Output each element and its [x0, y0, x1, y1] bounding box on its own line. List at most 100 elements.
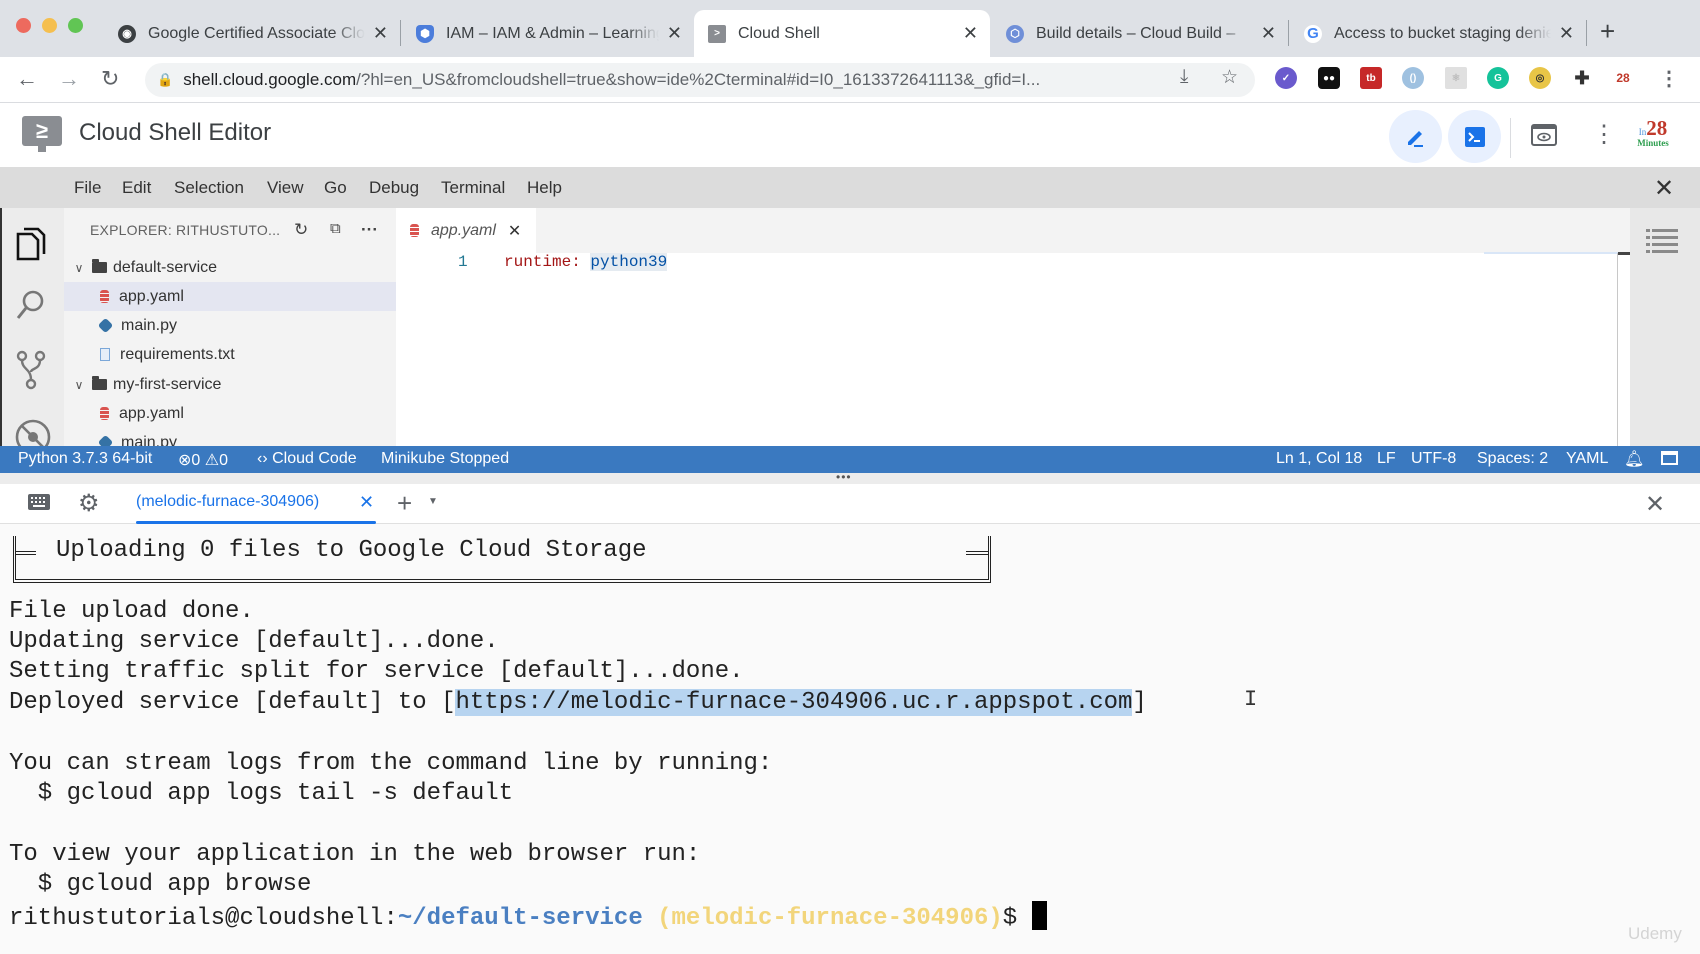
deployed-url-link[interactable]: https://melodic-furnace-304906.uc.r.apps… — [455, 689, 1133, 716]
extension-react-icon[interactable]: ⚛ — [1445, 67, 1467, 89]
close-tab-icon[interactable]: ✕ — [963, 23, 978, 44]
tree-file-requirements-txt[interactable]: requirements.txt — [64, 340, 396, 369]
problems-status[interactable]: ⊗0 ⚠0 — [178, 450, 228, 470]
shield-icon: ⬢ — [416, 24, 434, 43]
browser-tab[interactable]: ⬢ IAM – IAM & Admin – Learning ✕ — [402, 10, 694, 57]
tree-file-main-py[interactable]: main.py — [64, 428, 396, 446]
extension-verified-icon[interactable]: ✓ — [1275, 67, 1297, 89]
menu-selection[interactable]: Selection — [174, 178, 244, 198]
maximize-panel-icon[interactable] — [1661, 451, 1678, 465]
more-options-icon[interactable]: ⋮ — [1592, 120, 1616, 149]
collapse-all-icon[interactable]: ⧉ — [330, 220, 341, 237]
new-tab-button[interactable]: + — [1600, 16, 1615, 47]
editor-tab-bar: app.yaml ✕ — [396, 208, 1630, 253]
browser-tab[interactable]: ◉ Google Certified Associate Cloud Engin… — [104, 10, 400, 57]
terminal-tab[interactable]: (melodic-furnace-304906) — [136, 493, 319, 511]
back-button[interactable]: ← — [16, 66, 38, 92]
close-editor-icon[interactable]: ✕ — [1654, 174, 1674, 203]
close-editor-tab-icon[interactable]: ✕ — [508, 221, 521, 241]
browser-tab-active[interactable]: > Cloud Shell ✕ — [694, 10, 990, 57]
reload-button[interactable]: ↻ — [101, 66, 119, 92]
cloud-code-status[interactable]: ‹› Cloud Code — [257, 450, 357, 468]
terminal-line: File upload done. — [9, 598, 254, 625]
notifications-bell-icon[interactable]: 🔔︎ — [1624, 449, 1644, 469]
close-tab-icon[interactable]: ✕ — [667, 23, 682, 44]
cloud-shell-icon: > — [708, 24, 726, 43]
open-editor-button[interactable] — [1389, 110, 1442, 163]
chevron-down-icon: ∨ — [74, 377, 84, 392]
address-bar[interactable]: 🔒 shell.cloud.google.com/?hl=en_US&fromc… — [145, 63, 1255, 97]
editor-scrollbar[interactable] — [1617, 253, 1618, 446]
terminal-cursor — [1031, 901, 1047, 930]
encoding-status[interactable]: UTF-8 — [1411, 450, 1456, 468]
browser-menu-icon[interactable]: ⋮ — [1658, 67, 1680, 90]
browser-tab[interactable]: ⬡ Build details – Cloud Build – ✕ — [992, 10, 1288, 57]
bookmark-star-icon[interactable]: ☆ — [1221, 66, 1238, 89]
explorer-files-icon[interactable] — [14, 226, 48, 267]
keyboard-icon[interactable] — [27, 493, 51, 517]
extension-coin-icon[interactable]: ◎ — [1529, 67, 1551, 89]
cursor-position-status[interactable]: Ln 1, Col 18 — [1276, 450, 1362, 468]
tree-file-main-py[interactable]: main.py — [64, 311, 396, 340]
terminal-dropdown-icon[interactable]: ▼ — [428, 496, 438, 507]
tree-folder-default-service[interactable]: ∨ default-service — [64, 253, 396, 282]
menu-go[interactable]: Go — [324, 178, 347, 198]
close-terminal-tab-icon[interactable]: ✕ — [359, 492, 374, 513]
refresh-explorer-icon[interactable]: ↻ — [294, 220, 308, 240]
menu-edit[interactable]: Edit — [122, 178, 151, 198]
close-tab-icon[interactable]: ✕ — [1261, 23, 1276, 44]
extension-tb-icon[interactable]: tb — [1360, 67, 1382, 89]
outline-list-icon[interactable] — [1646, 228, 1680, 256]
source-control-icon[interactable] — [14, 350, 48, 395]
close-tab-icon[interactable]: ✕ — [373, 23, 388, 44]
tree-folder-my-first-service[interactable]: ∨ my-first-service — [64, 370, 396, 399]
open-terminal-button[interactable] — [1448, 110, 1501, 163]
explorer-more-icon[interactable]: ··· — [361, 220, 378, 240]
status-bar: Python 3.7.3 64-bit ⊗0 ⚠0 ‹› Cloud Code … — [0, 446, 1700, 473]
web-preview-button[interactable] — [1531, 124, 1557, 152]
upload-box-title: Uploading 0 files to Google Cloud Storag… — [56, 537, 647, 564]
close-terminal-panel-icon[interactable]: ✕ — [1645, 490, 1665, 519]
menu-terminal[interactable]: Terminal — [441, 178, 505, 198]
panel-splitter[interactable]: ••• — [0, 471, 1700, 484]
terminal-line: Updating service [default]...done. — [9, 628, 499, 655]
indentation-status[interactable]: Spaces: 2 — [1477, 450, 1548, 468]
extension-in28minutes-icon[interactable]: 28 — [1612, 67, 1634, 89]
python-interpreter-status[interactable]: Python 3.7.3 64-bit — [18, 450, 152, 468]
line-ending-status[interactable]: LF — [1377, 450, 1396, 468]
drag-handle-icon[interactable]: ••• — [836, 471, 852, 483]
tree-file-app-yaml[interactable]: app.yaml — [64, 399, 396, 428]
activity-bar — [0, 208, 64, 446]
extensions-puzzle-icon[interactable]: ✚ — [1571, 67, 1593, 89]
install-app-icon[interactable]: ⤓ — [1180, 66, 1188, 88]
minikube-status[interactable]: Minikube Stopped — [381, 450, 509, 468]
yaml-file-icon — [100, 407, 109, 420]
editor-tab-app-yaml[interactable]: app.yaml ✕ — [396, 208, 536, 253]
search-icon[interactable] — [14, 288, 48, 329]
window-minimize-button[interactable] — [42, 18, 57, 33]
menu-file[interactable]: File — [74, 178, 101, 198]
menu-help[interactable]: Help — [527, 178, 562, 198]
outline-rail — [1630, 208, 1700, 446]
menu-debug[interactable]: Debug — [369, 178, 419, 198]
extension-incognito-icon[interactable]: ●● — [1318, 67, 1340, 89]
code-line: runtime: python39 — [504, 253, 668, 271]
minimap — [1484, 252, 1630, 254]
terminal-settings-gear-icon[interactable]: ⚙ — [78, 489, 100, 518]
browser-tab[interactable]: G Access to bucket staging denied ✕ — [1290, 10, 1586, 57]
tree-file-app-yaml[interactable]: app.yaml — [64, 282, 396, 311]
menu-bar: File Edit Selection View Go Debug Termin… — [0, 167, 1700, 208]
window-zoom-button[interactable] — [68, 18, 83, 33]
window-close-button[interactable] — [16, 18, 31, 33]
new-terminal-button[interactable]: + — [397, 488, 412, 519]
forward-button[interactable]: → — [58, 66, 80, 92]
terminal-line: $ gcloud app logs tail -s default — [9, 780, 514, 807]
code-editor[interactable]: 1 runtime: python39 — [396, 253, 1618, 446]
extension-lens-icon[interactable]: () — [1402, 67, 1424, 89]
menu-view[interactable]: View — [267, 178, 304, 198]
debug-icon[interactable] — [14, 418, 52, 446]
terminal[interactable]: Uploading 0 files to Google Cloud Storag… — [0, 524, 1700, 954]
language-mode-status[interactable]: YAML — [1566, 450, 1608, 468]
close-tab-icon[interactable]: ✕ — [1559, 23, 1574, 44]
extension-grammarly-icon[interactable]: G — [1487, 67, 1509, 89]
